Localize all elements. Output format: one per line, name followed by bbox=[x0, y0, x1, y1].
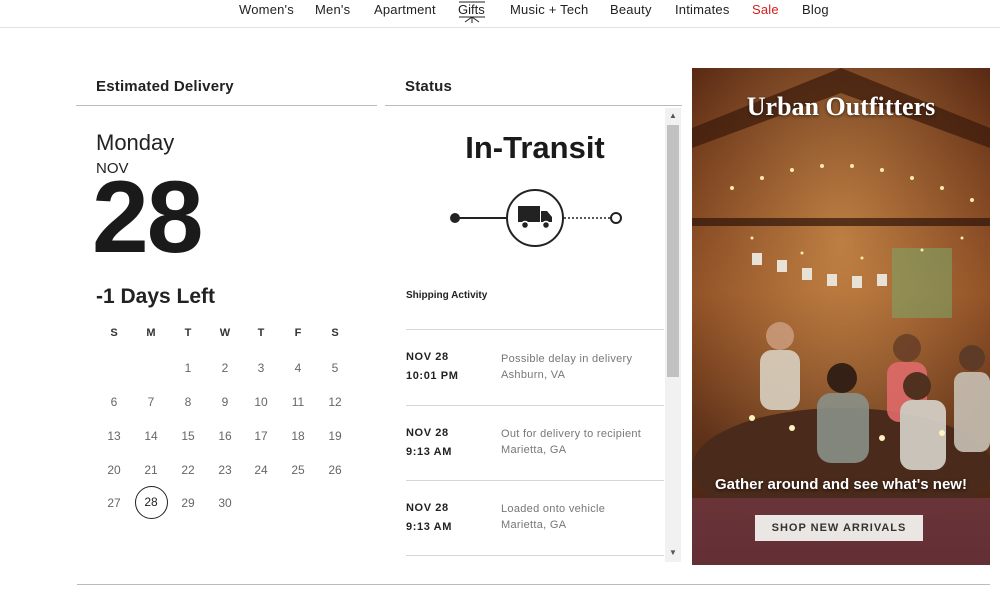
calendar-day: 27 bbox=[107, 496, 121, 510]
days-left: -1 Days Left bbox=[96, 285, 216, 308]
activity-divider bbox=[406, 329, 664, 330]
status-title: In-Transit bbox=[465, 130, 605, 165]
delivery-header: Estimated Delivery bbox=[96, 78, 234, 95]
delivery-day: 28 bbox=[92, 160, 203, 274]
calendar-day: 25 bbox=[291, 463, 305, 477]
nav-mens[interactable]: Men's bbox=[315, 2, 350, 17]
calendar-day: 19 bbox=[328, 429, 342, 443]
activity-desc-wrap: Loaded onto vehicle Marietta, GA bbox=[501, 501, 605, 533]
calendar-day: 4 bbox=[294, 361, 302, 375]
status-divider bbox=[385, 105, 682, 106]
calendar-weekday: W bbox=[219, 327, 231, 339]
activity-location: Marietta, GA bbox=[501, 519, 567, 531]
calendar-day: 3 bbox=[257, 361, 265, 375]
activity-time: 10:01 PM bbox=[406, 370, 459, 382]
activity-desc-wrap: Out for delivery to recipient Marietta, … bbox=[501, 426, 641, 458]
progress-end-dot bbox=[610, 212, 622, 224]
scrollbar-thumb[interactable] bbox=[667, 125, 679, 377]
shipping-activity-heading: Shipping Activity bbox=[406, 290, 488, 301]
calendar-day: 1 bbox=[184, 361, 192, 375]
calendar-day: 15 bbox=[181, 429, 195, 443]
activity-time: 9:13 AM bbox=[406, 446, 452, 458]
activity-date: NOV 28 bbox=[406, 351, 449, 363]
calendar-day: 26 bbox=[328, 463, 342, 477]
calendar-day: 10 bbox=[254, 395, 268, 409]
calendar-day: 30 bbox=[218, 496, 232, 510]
calendar-weekday: T bbox=[184, 327, 192, 339]
activity-divider bbox=[406, 555, 664, 556]
calendar-day: 17 bbox=[254, 429, 268, 443]
activity-divider bbox=[406, 405, 664, 406]
calendar-day: 12 bbox=[328, 395, 342, 409]
activity-desc: Possible delay in delivery bbox=[501, 353, 633, 365]
calendar-weekday: M bbox=[146, 327, 156, 339]
activity-divider bbox=[406, 480, 664, 481]
calendar-day: 11 bbox=[291, 395, 305, 409]
calendar-day: 20 bbox=[107, 463, 121, 477]
calendar-day: 14 bbox=[144, 429, 158, 443]
delivery-divider bbox=[76, 105, 377, 106]
activity-desc: Out for delivery to recipient bbox=[501, 428, 642, 440]
progress-tracker bbox=[450, 189, 622, 247]
nav-gifts-label: Gifts bbox=[458, 2, 485, 17]
calendar-day: 13 bbox=[107, 429, 121, 443]
calendar-day: 22 bbox=[181, 463, 195, 477]
nav-apartment[interactable]: Apartment bbox=[374, 2, 436, 17]
calendar-day-selected: 28 bbox=[134, 486, 168, 519]
ad-tagline: Gather around and see what's new! bbox=[715, 476, 967, 493]
nav-intimates[interactable]: Intimates bbox=[675, 2, 730, 17]
activity-date-time: NOV 28 10:01 PM bbox=[406, 348, 459, 386]
calendar-day: 2 bbox=[221, 361, 229, 375]
calendar-weekday: S bbox=[331, 327, 339, 339]
calendar-weekday: F bbox=[294, 327, 302, 339]
calendar-day: 6 bbox=[110, 395, 118, 409]
calendar-day: 5 bbox=[331, 361, 339, 375]
calendar-day: 18 bbox=[291, 429, 305, 443]
activity-desc-wrap: Possible delay in delivery Ashburn, VA bbox=[501, 351, 632, 383]
scroll-up-arrow-icon[interactable]: ▲ bbox=[669, 112, 677, 120]
scroll-down-arrow-icon[interactable]: ▼ bbox=[669, 549, 677, 557]
urban-outfitters-ad[interactable]: Urban Outfitters Gather around and see w… bbox=[692, 68, 990, 565]
calendar-day: 24 bbox=[254, 463, 268, 477]
activity-scrollbar[interactable]: ▲ ▼ bbox=[665, 108, 681, 562]
nav-gifts[interactable]: Gifts bbox=[457, 0, 487, 24]
nav-beauty[interactable]: Beauty bbox=[610, 2, 652, 17]
shop-new-arrivals-button[interactable]: SHOP NEW ARRIVALS bbox=[755, 515, 923, 541]
calendar-weekday: T bbox=[257, 327, 265, 339]
activity-location: Marietta, GA bbox=[501, 444, 567, 456]
activity-date-time: NOV 28 9:13 AM bbox=[406, 499, 452, 537]
activity-date-time: NOV 28 9:13 AM bbox=[406, 424, 452, 462]
page: Women's Men's Apartment Gifts Music + Te… bbox=[0, 0, 1000, 593]
calendar-day: 29 bbox=[181, 496, 195, 510]
activity-date: NOV 28 bbox=[406, 427, 449, 439]
nav-womens[interactable]: Women's bbox=[239, 2, 294, 17]
ad-brand: Urban Outfitters bbox=[746, 92, 936, 121]
activity-location: Ashburn, VA bbox=[501, 369, 566, 381]
delivery-weekday: Monday bbox=[96, 130, 175, 155]
calendar-day: 23 bbox=[218, 463, 232, 477]
nav-sale[interactable]: Sale bbox=[752, 2, 779, 17]
calendar-day: 8 bbox=[184, 395, 192, 409]
activity-date: NOV 28 bbox=[406, 502, 449, 514]
calendar-weekday: S bbox=[110, 327, 118, 339]
activity-time: 9:13 AM bbox=[406, 521, 452, 533]
top-nav: Women's Men's Apartment Gifts Music + Te… bbox=[0, 0, 1000, 28]
nav-music-tech[interactable]: Music + Tech bbox=[510, 2, 588, 17]
footer-divider bbox=[77, 584, 990, 585]
nav-blog[interactable]: Blog bbox=[802, 2, 829, 17]
activity-desc: Loaded onto vehicle bbox=[501, 503, 606, 515]
calendar-day: 9 bbox=[221, 395, 229, 409]
calendar-day: 16 bbox=[218, 429, 232, 443]
calendar-day: 7 bbox=[147, 395, 155, 409]
calendar-day: 21 bbox=[144, 463, 158, 477]
status-header: Status bbox=[405, 78, 453, 95]
